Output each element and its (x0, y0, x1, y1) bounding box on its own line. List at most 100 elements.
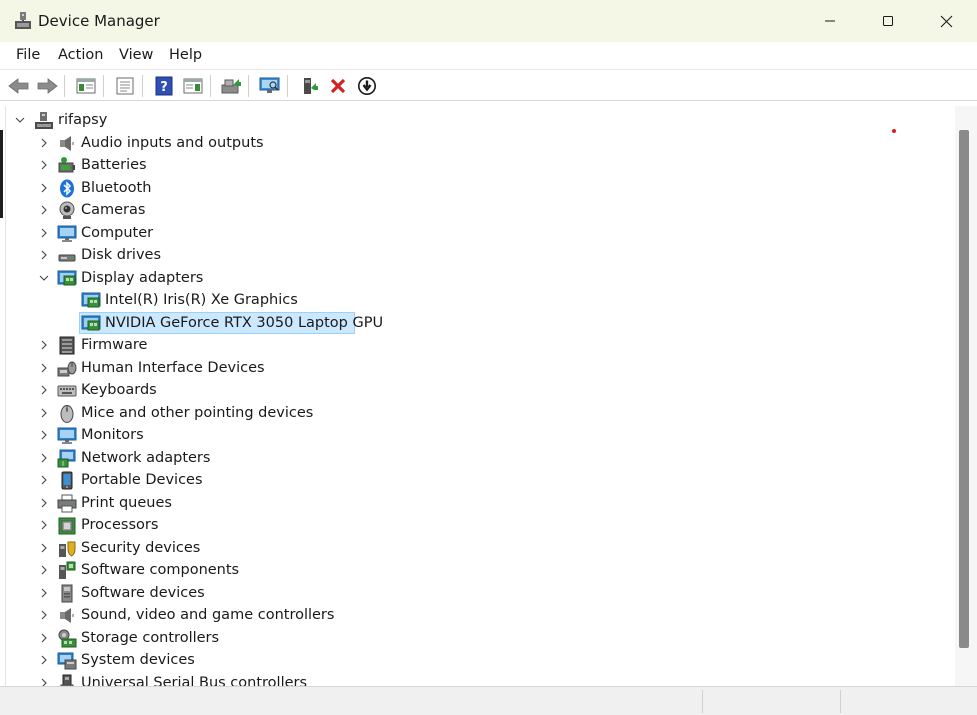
help-icon: ? (155, 76, 173, 95)
tree-root-computer[interactable]: rifapsy (6, 109, 946, 131)
expand-toggle[interactable] (38, 181, 50, 195)
expand-toggle[interactable] (38, 338, 50, 352)
expand-toggle[interactable] (38, 248, 50, 262)
expand-toggle[interactable] (38, 631, 50, 645)
tree-item-label: Security devices (81, 539, 201, 556)
tree-item-label: NVIDIA GeForce RTX 3050 Laptop GPU (105, 314, 384, 331)
expand-toggle[interactable] (38, 563, 50, 577)
tree-category-cameras[interactable]: Cameras (6, 199, 946, 221)
menu-help[interactable]: Help (169, 47, 202, 63)
tree-category-system-devices[interactable]: System devices (6, 649, 946, 671)
minimize-button[interactable] (801, 0, 859, 42)
tree-category-software-devices[interactable]: Software devices (6, 582, 946, 604)
portable-device-icon (61, 471, 73, 490)
expand-toggle[interactable] (38, 383, 50, 397)
expand-toggle[interactable] (38, 473, 50, 487)
computer-icon (57, 225, 77, 242)
svg-text:?: ? (160, 80, 168, 95)
chevron-right-icon (41, 138, 47, 147)
tree-item-icon (57, 651, 77, 670)
tree-category-keyboards[interactable]: Keyboards (6, 379, 946, 401)
menu-file[interactable]: File (16, 47, 40, 63)
tree-device-item[interactable]: NVIDIA GeForce RTX 3050 Laptop GPU (6, 311, 946, 334)
expand-toggle[interactable] (38, 361, 50, 375)
tree-category-bluetooth[interactable]: Bluetooth (6, 177, 946, 199)
expand-toggle[interactable] (38, 406, 50, 420)
tree-device-item[interactable]: Intel(R) Iris(R) Xe Graphics (6, 289, 946, 311)
expand-toggle[interactable] (38, 428, 50, 442)
expand-toggle[interactable] (38, 226, 50, 240)
expand-toggle[interactable] (38, 518, 50, 532)
properties-icon (116, 77, 134, 94)
close-button[interactable] (917, 0, 975, 42)
tree-category-portable-devices[interactable]: Portable Devices (6, 469, 946, 491)
properties-button[interactable] (113, 74, 137, 97)
update-driver-button[interactable] (219, 74, 243, 97)
tree-category-computer[interactable]: Computer (6, 222, 946, 244)
scrollbar-thumb[interactable] (959, 130, 969, 648)
tree-category-network-adapters[interactable]: Network adapters (6, 447, 946, 469)
menu-view[interactable]: View (119, 47, 153, 63)
processor-icon (58, 517, 76, 535)
scan-hardware-changes-button[interactable] (258, 74, 282, 97)
title-bar[interactable]: Device Manager (0, 0, 977, 42)
uninstall-device-button[interactable] (326, 74, 350, 97)
tree-category-firmware[interactable]: Firmware (6, 334, 946, 356)
expand-toggle[interactable] (38, 608, 50, 622)
add-legacy-hardware-button[interactable] (297, 74, 321, 97)
tree-category-print-queues[interactable]: Print queues (6, 492, 946, 514)
disable-device-button[interactable] (355, 74, 379, 97)
expand-toggle[interactable] (38, 586, 50, 600)
menu-action[interactable]: Action (58, 47, 103, 63)
tree-category-storage-controllers[interactable]: Storage controllers (6, 627, 946, 649)
tree-category-audio-inputs-and-outputs[interactable]: Audio inputs and outputs (6, 132, 946, 154)
chevron-right-icon (41, 205, 47, 215)
tree-category-security-devices[interactable]: Security devices (6, 537, 946, 559)
help-button[interactable]: ? (152, 74, 176, 97)
tree-item-label: Batteries (81, 157, 147, 173)
tree-item-icon (57, 179, 77, 198)
back-button[interactable] (7, 74, 31, 97)
show-hide-action-pane-button[interactable] (181, 74, 205, 97)
expand-toggle[interactable] (38, 158, 50, 172)
expand-toggle[interactable] (38, 653, 50, 667)
tree-category-processors[interactable]: Processors (6, 514, 946, 536)
tree-category-disk-drives[interactable]: Disk drives (6, 244, 946, 266)
chevron-right-icon (41, 430, 47, 440)
tree-category-sound-video-and-game-controllers[interactable]: Sound, video and game controllers (6, 604, 946, 626)
expand-toggle[interactable] (38, 496, 50, 510)
system-device-icon (57, 652, 77, 670)
chevron-right-icon (41, 520, 47, 530)
expand-toggle[interactable] (38, 451, 50, 465)
tree-category-batteries[interactable]: Batteries (6, 154, 946, 176)
show-hide-console-tree-button[interactable] (74, 74, 98, 97)
display-adapter-icon (81, 292, 101, 308)
status-divider (702, 690, 703, 713)
tree-item-label: Processors (81, 517, 159, 533)
expand-toggle[interactable] (38, 136, 50, 150)
device-tree[interactable]: rifapsy Audio inputs and outputs Batteries… (5, 106, 955, 686)
vertical-scrollbar[interactable] (955, 106, 977, 686)
tree-item-icon (57, 134, 77, 153)
tree-item-label: Sound, video and game controllers (81, 607, 335, 623)
action-pane-icon (183, 78, 203, 93)
forward-button[interactable] (35, 74, 59, 97)
expand-toggle[interactable] (38, 203, 50, 217)
tree-category-display-adapters[interactable]: Display adapters (6, 267, 946, 289)
expand-toggle[interactable] (38, 676, 50, 686)
monitor-icon (57, 427, 77, 444)
expand-toggle[interactable] (38, 271, 50, 285)
tree-category-universal-serial-bus-controllers[interactable]: Universal Serial Bus controllers (6, 672, 946, 686)
expand-toggle[interactable] (14, 113, 26, 127)
tree-item-icon (81, 291, 101, 310)
tree-category-software-components[interactable]: Software components (6, 559, 946, 581)
tree-category-human-interface-devices[interactable]: Human Interface Devices (6, 357, 946, 379)
chevron-right-icon (41, 678, 47, 686)
chevron-right-icon (41, 543, 47, 552)
tree-item-label: Audio inputs and outputs (81, 134, 264, 151)
uninstall-device-icon (330, 78, 346, 93)
maximize-button[interactable] (859, 0, 917, 42)
tree-category-mice-and-other-pointing-devices[interactable]: Mice and other pointing devices (6, 402, 946, 424)
tree-category-monitors[interactable]: Monitors (6, 424, 946, 446)
expand-toggle[interactable] (38, 541, 50, 555)
